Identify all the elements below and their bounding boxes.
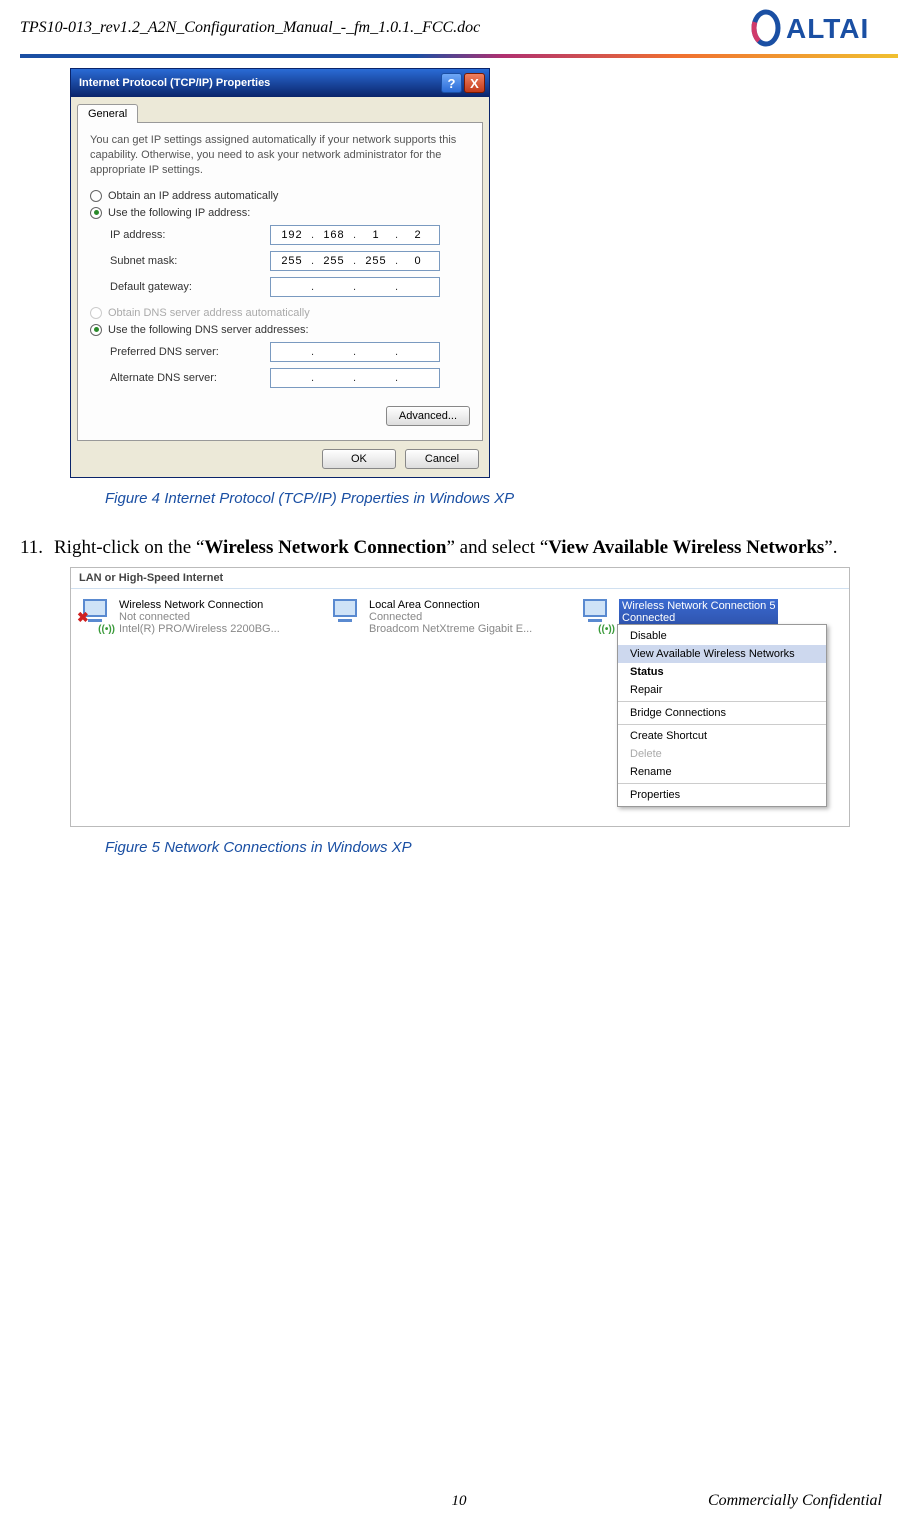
- dialog-titlebar[interactable]: Internet Protocol (TCP/IP) Properties ? …: [71, 69, 489, 97]
- ip-octet[interactable]: 0: [400, 255, 436, 267]
- menu-separator: [618, 724, 826, 725]
- header-divider: [20, 54, 898, 58]
- subnet-mask-label: Subnet mask:: [110, 255, 270, 267]
- radio-use-following-dns-label: Use the following DNS server addresses:: [108, 324, 309, 336]
- radio-obtain-dns-auto: [90, 307, 102, 319]
- doc-filename: TPS10-013_rev1.2_A2N_Configuration_Manua…: [20, 19, 480, 37]
- ip-address-input[interactable]: 192. 168. 1. 2: [270, 225, 440, 245]
- radio-obtain-ip-auto-label: Obtain an IP address automatically: [108, 190, 278, 202]
- connection-text: Wireless Network ConnectionNot connected…: [119, 599, 280, 635]
- context-menu-item[interactable]: Repair: [618, 681, 826, 699]
- radio-use-following-ip[interactable]: [90, 207, 102, 219]
- svg-text:ALTAI: ALTAI: [786, 13, 869, 44]
- wifi-connection-icon: ((•))✖: [79, 599, 113, 633]
- ip-octet[interactable]: 1: [358, 229, 394, 241]
- brand-logo: ALTAI: [748, 8, 898, 48]
- ip-address-label: IP address:: [110, 229, 270, 241]
- ip-octet[interactable]: 255: [316, 255, 352, 267]
- ip-octet[interactable]: 2: [400, 229, 436, 241]
- connection-status: Connected: [622, 612, 775, 624]
- subnet-mask-input[interactable]: 255. 255. 255. 0: [270, 251, 440, 271]
- connection-title: Wireless Network Connection: [119, 599, 280, 611]
- connection-adapter: Broadcom NetXtreme Gigabit E...: [369, 623, 532, 635]
- default-gateway-label: Default gateway:: [110, 281, 270, 293]
- connection-text: Local Area ConnectionConnectedBroadcom N…: [369, 599, 532, 635]
- figure-5-caption: Figure 5 Network Connections in Windows …: [105, 839, 898, 856]
- menu-separator: [618, 701, 826, 702]
- radio-use-following-dns[interactable]: [90, 324, 102, 336]
- connection-item[interactable]: Local Area ConnectionConnectedBroadcom N…: [329, 599, 549, 635]
- radio-obtain-ip-auto[interactable]: [90, 190, 102, 202]
- network-connections-window: LAN or High-Speed Internet ((•))✖Wireles…: [70, 567, 850, 827]
- ip-octet[interactable]: 255: [358, 255, 394, 267]
- context-menu-item: Delete: [618, 745, 826, 763]
- preferred-dns-label: Preferred DNS server:: [110, 346, 270, 358]
- default-gateway-input[interactable]: . . .: [270, 277, 440, 297]
- preferred-dns-input[interactable]: . . .: [270, 342, 440, 362]
- instr-bold: Wireless Network Connection: [204, 537, 446, 558]
- connection-title: Wireless Network Connection 5: [622, 600, 775, 612]
- instr-text: ”.: [824, 537, 837, 558]
- help-button[interactable]: ?: [441, 73, 462, 93]
- context-menu-item[interactable]: Disable: [618, 627, 826, 645]
- context-menu-item[interactable]: Rename: [618, 763, 826, 781]
- close-button[interactable]: X: [464, 73, 485, 93]
- context-menu-item[interactable]: Bridge Connections: [618, 704, 826, 722]
- confidential-notice: Commercially Confidential: [708, 1492, 882, 1510]
- context-menu: DisableView Available Wireless NetworksS…: [617, 624, 827, 807]
- step-11-instruction: 11. Right-click on the “Wireless Network…: [20, 537, 898, 559]
- ok-button[interactable]: OK: [322, 449, 396, 469]
- radio-use-following-ip-label: Use the following IP address:: [108, 207, 250, 219]
- connection-status: Not connected: [119, 611, 280, 623]
- connection-status: Connected: [369, 611, 532, 623]
- tcpip-properties-dialog: Internet Protocol (TCP/IP) Properties ? …: [70, 68, 490, 478]
- context-menu-item[interactable]: Create Shortcut: [618, 727, 826, 745]
- connection-adapter: Intel(R) PRO/Wireless 2200BG...: [119, 623, 280, 635]
- lan-connection-icon: [329, 599, 363, 633]
- advanced-button[interactable]: Advanced...: [386, 406, 470, 426]
- wifi-connection-icon: ((•)): [579, 599, 613, 633]
- instr-bold: View Available Wireless Networks: [548, 537, 824, 558]
- section-heading: LAN or High-Speed Internet: [71, 568, 849, 589]
- menu-separator: [618, 783, 826, 784]
- cancel-button[interactable]: Cancel: [405, 449, 479, 469]
- connection-title: Local Area Connection: [369, 599, 532, 611]
- ip-octet[interactable]: 168: [316, 229, 352, 241]
- dialog-description: You can get IP settings assigned automat…: [90, 133, 470, 178]
- ip-octet[interactable]: 255: [274, 255, 310, 267]
- alternate-dns-label: Alternate DNS server:: [110, 372, 270, 384]
- instr-text: ” and select “: [446, 537, 548, 558]
- step-number: 11.: [20, 537, 54, 559]
- instr-text: Right-click on the “: [54, 537, 204, 558]
- alternate-dns-input[interactable]: . . .: [270, 368, 440, 388]
- connection-item[interactable]: ((•))✖Wireless Network ConnectionNot con…: [79, 599, 299, 635]
- context-menu-item[interactable]: Status: [618, 663, 826, 681]
- ip-octet[interactable]: 192: [274, 229, 310, 241]
- page-number: 10: [452, 1493, 467, 1510]
- context-menu-item[interactable]: Properties: [618, 786, 826, 804]
- figure-4-caption: Figure 4 Internet Protocol (TCP/IP) Prop…: [105, 490, 898, 507]
- tab-general[interactable]: General: [77, 104, 138, 123]
- radio-obtain-dns-auto-label: Obtain DNS server address automatically: [108, 307, 310, 319]
- context-menu-item[interactable]: View Available Wireless Networks: [618, 645, 826, 663]
- dialog-title: Internet Protocol (TCP/IP) Properties: [79, 77, 270, 89]
